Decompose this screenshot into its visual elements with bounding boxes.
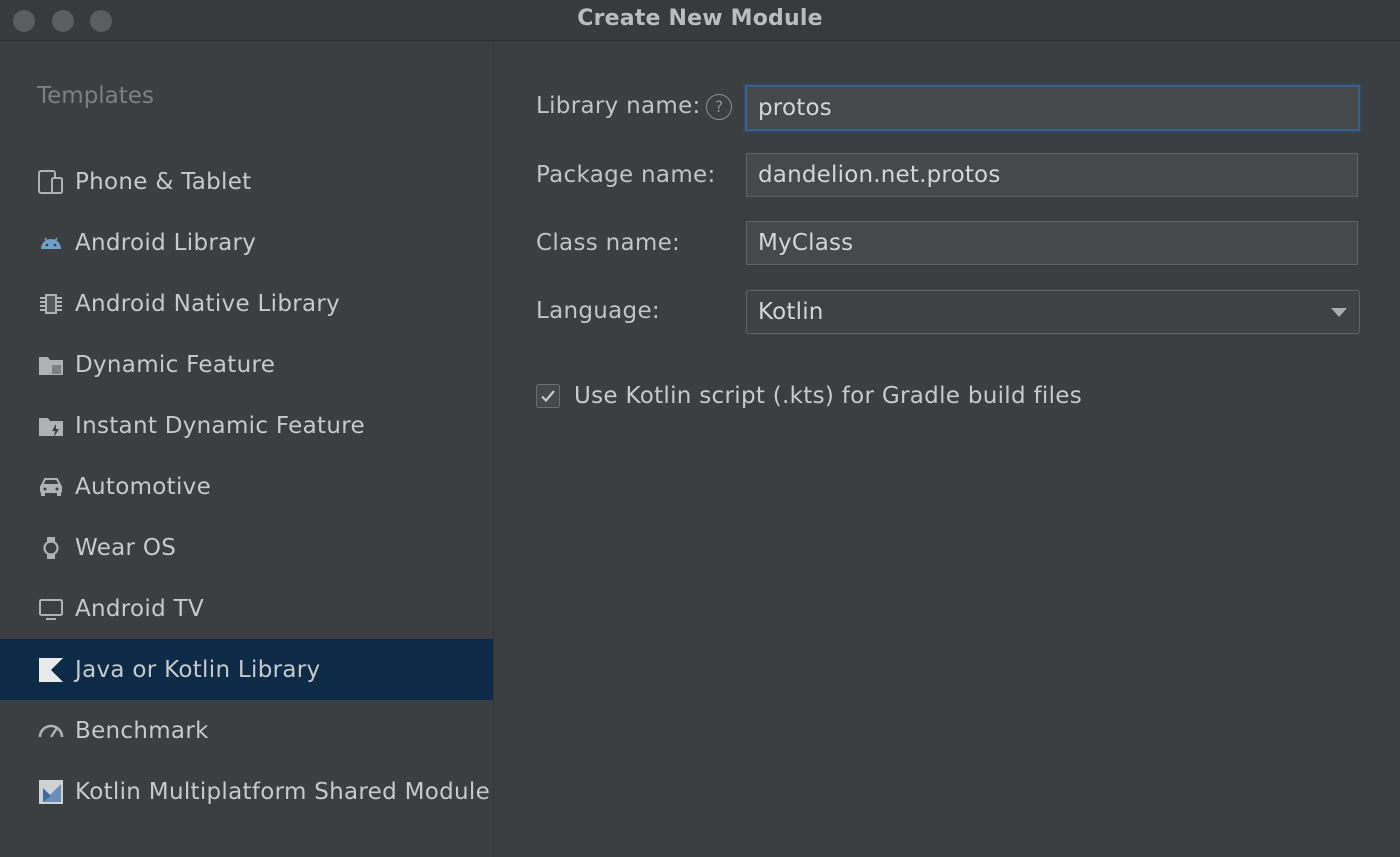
instant-feature-folder-icon [37, 412, 65, 440]
language-select-value: Kotlin [758, 299, 824, 325]
chevron-down-icon [1331, 308, 1347, 317]
class-name-input[interactable] [746, 221, 1358, 265]
sidebar-item-label: Dynamic Feature [75, 351, 276, 378]
sidebar-item-kotlin-multiplatform[interactable]: Kotlin Multiplatform Shared Module [0, 761, 493, 822]
package-name-label: Package name: [536, 162, 716, 188]
sidebar-item-label: Android Native Library [75, 290, 341, 317]
tv-icon [37, 595, 65, 623]
templates-list: Phone & Tablet Android Library Android N… [0, 151, 493, 822]
use-kts-option[interactable]: Use Kotlin script (.kts) for Gradle buil… [536, 381, 1082, 411]
watch-icon [37, 534, 65, 562]
library-name-label: Library name: [536, 93, 701, 119]
sidebar-item-benchmark[interactable]: Benchmark [0, 700, 493, 761]
library-name-input[interactable] [745, 85, 1360, 131]
sidebar-item-label: Android TV [75, 595, 205, 622]
create-module-dialog: Create New Module Templates Phone & Tabl… [0, 0, 1400, 857]
sidebar-item-phone-tablet[interactable]: Phone & Tablet [0, 151, 493, 212]
sidebar-item-android-tv[interactable]: Android TV [0, 578, 493, 639]
sidebar-item-android-native-library[interactable]: Android Native Library [0, 273, 493, 334]
sidebar-item-label: Instant Dynamic Feature [75, 412, 365, 439]
native-chip-icon [37, 290, 65, 318]
sidebar-item-java-kotlin-library[interactable]: Java or Kotlin Library [0, 639, 493, 700]
sidebar-item-dynamic-feature[interactable]: Dynamic Feature [0, 334, 493, 395]
sidebar-item-label: Wear OS [75, 534, 177, 561]
title-bar: Create New Module [0, 0, 1400, 41]
sidebar-item-label: Android Library [75, 229, 257, 256]
android-icon [37, 229, 65, 257]
sidebar-item-instant-dynamic-feature[interactable]: Instant Dynamic Feature [0, 395, 493, 456]
help-icon[interactable]: ? [706, 94, 732, 120]
language-label: Language: [536, 298, 660, 324]
kotlin-multiplatform-icon [37, 778, 65, 806]
checkmark-icon [541, 390, 555, 403]
sidebar-item-label: Java or Kotlin Library [75, 656, 321, 683]
phone-tablet-icon [37, 168, 65, 196]
gauge-icon [37, 717, 65, 745]
use-kts-label: Use Kotlin script (.kts) for Gradle buil… [574, 383, 1083, 409]
kotlin-icon [37, 656, 65, 684]
sidebar-item-label: Benchmark [75, 717, 209, 744]
module-config-form: Library name: ? Package name: Class name… [494, 41, 1400, 857]
sidebar-item-label: Automotive [75, 473, 212, 500]
sidebar-item-android-library[interactable]: Android Library [0, 212, 493, 273]
sidebar-item-label: Phone & Tablet [75, 168, 252, 195]
language-select[interactable]: Kotlin [746, 290, 1360, 334]
sidebar-item-label: Kotlin Multiplatform Shared Module [75, 778, 491, 805]
package-name-input[interactable] [746, 153, 1358, 197]
window-title: Create New Module [577, 6, 823, 31]
car-icon [37, 473, 65, 501]
templates-sidebar: Templates Phone & Tablet Android Library… [0, 41, 494, 857]
sidebar-item-automotive[interactable]: Automotive [0, 456, 493, 517]
class-name-label: Class name: [536, 230, 681, 256]
sidebar-item-wear-os[interactable]: Wear OS [0, 517, 493, 578]
feature-folder-icon [37, 351, 65, 379]
use-kts-checkbox[interactable] [536, 384, 560, 408]
templates-header: Templates [37, 83, 154, 109]
